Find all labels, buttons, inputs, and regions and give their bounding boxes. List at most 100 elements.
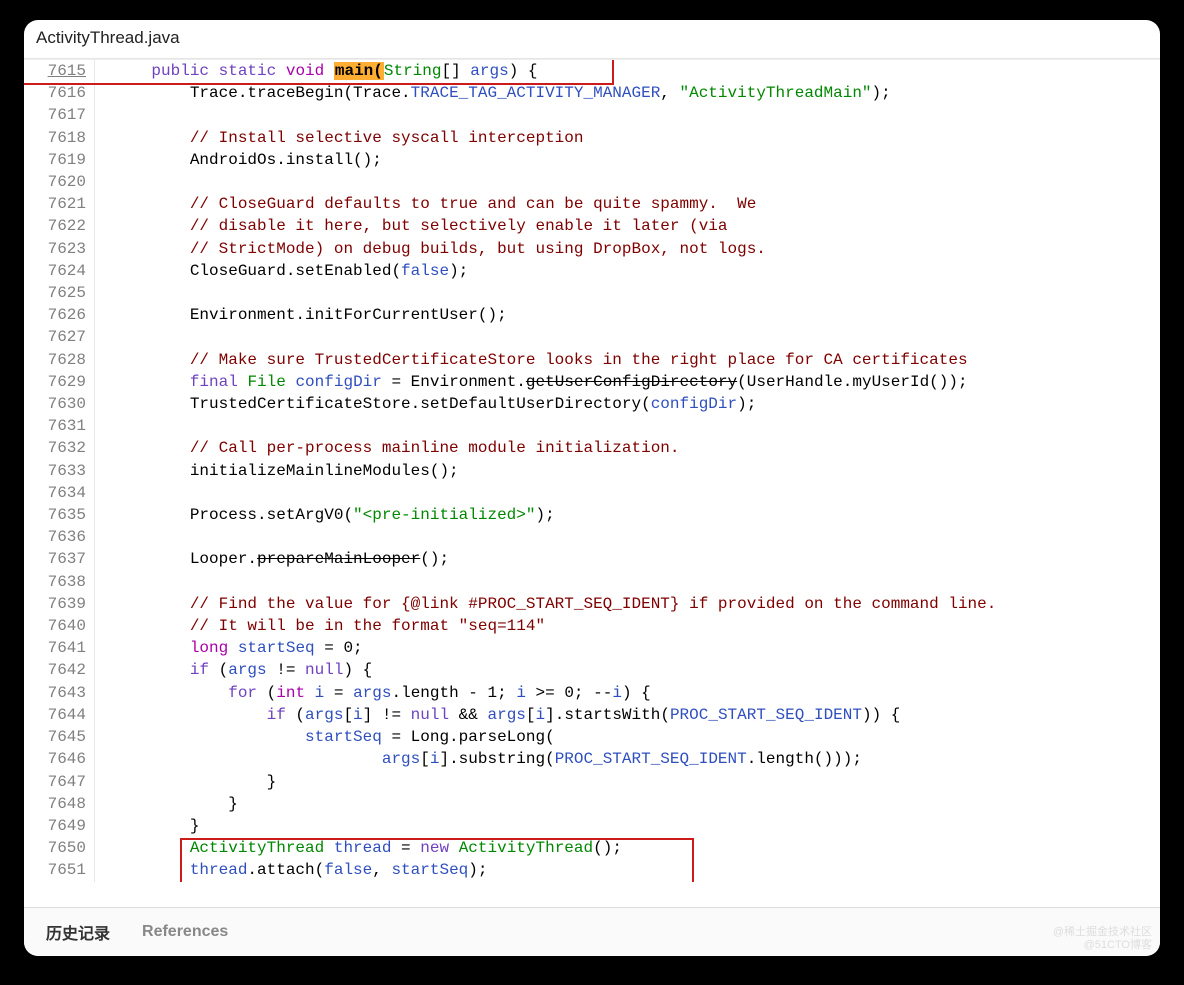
code-row: 7636 <box>24 526 1160 548</box>
code-cell[interactable]: // Make sure TrustedCertificateStore loo… <box>95 349 1161 371</box>
code-row: 7622 // disable it here, but selectively… <box>24 215 1160 237</box>
code-cell[interactable] <box>95 571 1161 593</box>
code-cell[interactable]: // Call per-process mainline module init… <box>95 437 1161 459</box>
code-cell[interactable]: // Find the value for {@link #PROC_START… <box>95 593 1161 615</box>
code-area[interactable]: 7615 public static void main(String[] ar… <box>24 59 1160 882</box>
line-number[interactable]: 7617 <box>24 104 95 126</box>
code-row: 7630 TrustedCertificateStore.setDefaultU… <box>24 393 1160 415</box>
line-number[interactable]: 7623 <box>24 238 95 260</box>
code-cell[interactable]: final File configDir = Environment.getUs… <box>95 371 1161 393</box>
line-number[interactable]: 7633 <box>24 460 95 482</box>
code-cell[interactable]: Process.setArgV0("<pre-initialized>"); <box>95 504 1161 526</box>
file-name-label: ActivityThread.java <box>36 28 180 47</box>
line-number[interactable]: 7628 <box>24 349 95 371</box>
line-number[interactable]: 7616 <box>24 82 95 104</box>
code-row: 7648 } <box>24 793 1160 815</box>
code-cell[interactable]: args[i].substring(PROC_START_SEQ_IDENT.l… <box>95 748 1161 770</box>
code-cell[interactable]: thread.attach(false, startSeq); <box>95 859 1161 881</box>
code-cell[interactable]: Environment.initForCurrentUser(); <box>95 304 1161 326</box>
line-number[interactable]: 7641 <box>24 637 95 659</box>
code-cell[interactable]: } <box>95 771 1161 793</box>
code-row: 7627 <box>24 326 1160 348</box>
line-number[interactable]: 7630 <box>24 393 95 415</box>
line-number[interactable]: 7638 <box>24 571 95 593</box>
code-cell[interactable] <box>95 415 1161 437</box>
line-number[interactable]: 7637 <box>24 548 95 570</box>
code-row: 7620 <box>24 171 1160 193</box>
code-cell[interactable] <box>95 104 1161 126</box>
code-cell[interactable]: if (args[i] != null && args[i].startsWit… <box>95 704 1161 726</box>
code-cell[interactable]: // CloseGuard defaults to true and can b… <box>95 193 1161 215</box>
code-row: 7650 ActivityThread thread = new Activit… <box>24 837 1160 859</box>
line-number[interactable]: 7619 <box>24 149 95 171</box>
line-number[interactable]: 7621 <box>24 193 95 215</box>
code-cell[interactable]: long startSeq = 0; <box>95 637 1161 659</box>
code-row: 7634 <box>24 482 1160 504</box>
code-viewer-window: ActivityThread.java 7615 public static v… <box>24 20 1160 956</box>
code-cell[interactable]: initializeMainlineModules(); <box>95 460 1161 482</box>
line-number[interactable]: 7646 <box>24 748 95 770</box>
line-number[interactable]: 7618 <box>24 127 95 149</box>
line-number[interactable]: 7634 <box>24 482 95 504</box>
line-number[interactable]: 7645 <box>24 726 95 748</box>
code-cell[interactable]: startSeq = Long.parseLong( <box>95 726 1161 748</box>
code-cell[interactable]: if (args != null) { <box>95 659 1161 681</box>
line-number[interactable]: 7632 <box>24 437 95 459</box>
code-cell[interactable] <box>95 326 1161 348</box>
line-number[interactable]: 7651 <box>24 859 95 881</box>
line-number[interactable]: 7629 <box>24 371 95 393</box>
code-row: 7616 Trace.traceBegin(Trace.TRACE_TAG_AC… <box>24 82 1160 104</box>
code-cell[interactable] <box>95 482 1161 504</box>
code-cell[interactable]: Trace.traceBegin(Trace.TRACE_TAG_ACTIVIT… <box>95 82 1161 104</box>
line-number[interactable]: 7631 <box>24 415 95 437</box>
code-cell[interactable]: // It will be in the format "seq=114" <box>95 615 1161 637</box>
code-cell[interactable] <box>95 171 1161 193</box>
code-cell[interactable] <box>95 526 1161 548</box>
line-number[interactable]: 7649 <box>24 815 95 837</box>
line-number[interactable]: 7627 <box>24 326 95 348</box>
code-cell[interactable]: for (int i = args.length - 1; i >= 0; --… <box>95 682 1161 704</box>
code-cell[interactable]: } <box>95 815 1161 837</box>
code-row: 7646 args[i].substring(PROC_START_SEQ_ID… <box>24 748 1160 770</box>
code-cell[interactable]: AndroidOs.install(); <box>95 149 1161 171</box>
line-number[interactable]: 7622 <box>24 215 95 237</box>
line-number[interactable]: 7643 <box>24 682 95 704</box>
footer-tab-references[interactable]: References <box>142 923 228 941</box>
line-number[interactable]: 7639 <box>24 593 95 615</box>
code-cell[interactable]: ActivityThread thread = new ActivityThre… <box>95 837 1161 859</box>
code-row: 7619 AndroidOs.install(); <box>24 149 1160 171</box>
code-row: 7624 CloseGuard.setEnabled(false); <box>24 260 1160 282</box>
line-number[interactable]: 7636 <box>24 526 95 548</box>
code-cell[interactable]: // StrictMode) on debug builds, but usin… <box>95 238 1161 260</box>
code-row: 7617 <box>24 104 1160 126</box>
line-number[interactable]: 7644 <box>24 704 95 726</box>
line-number[interactable]: 7625 <box>24 282 95 304</box>
code-row: 7631 <box>24 415 1160 437</box>
code-cell[interactable]: CloseGuard.setEnabled(false); <box>95 260 1161 282</box>
line-number[interactable]: 7624 <box>24 260 95 282</box>
code-cell[interactable] <box>95 282 1161 304</box>
code-row: 7626 Environment.initForCurrentUser(); <box>24 304 1160 326</box>
code-cell[interactable]: Looper.prepareMainLooper(); <box>95 548 1161 570</box>
code-row: 7629 final File configDir = Environment.… <box>24 371 1160 393</box>
code-cell[interactable]: TrustedCertificateStore.setDefaultUserDi… <box>95 393 1161 415</box>
code-row: 7628 // Make sure TrustedCertificateStor… <box>24 349 1160 371</box>
code-row: 7638 <box>24 571 1160 593</box>
code-cell[interactable]: // Install selective syscall interceptio… <box>95 127 1161 149</box>
code-cell[interactable]: } <box>95 793 1161 815</box>
line-number[interactable]: 7650 <box>24 837 95 859</box>
code-row: 7625 <box>24 282 1160 304</box>
line-number[interactable]: 7640 <box>24 615 95 637</box>
code-row: 7621 // CloseGuard defaults to true and … <box>24 193 1160 215</box>
line-number[interactable]: 7647 <box>24 771 95 793</box>
line-number[interactable]: 7642 <box>24 659 95 681</box>
line-number[interactable]: 7635 <box>24 504 95 526</box>
line-number[interactable]: 7648 <box>24 793 95 815</box>
line-number[interactable]: 7626 <box>24 304 95 326</box>
code-table: 7615 public static void main(String[] ar… <box>24 60 1160 882</box>
code-cell[interactable]: public static void main(String[] args) { <box>95 60 1161 82</box>
line-number[interactable]: 7620 <box>24 171 95 193</box>
footer-tab-history[interactable]: 历史记录 <box>46 920 110 944</box>
line-number[interactable]: 7615 <box>24 60 95 82</box>
code-cell[interactable]: // disable it here, but selectively enab… <box>95 215 1161 237</box>
